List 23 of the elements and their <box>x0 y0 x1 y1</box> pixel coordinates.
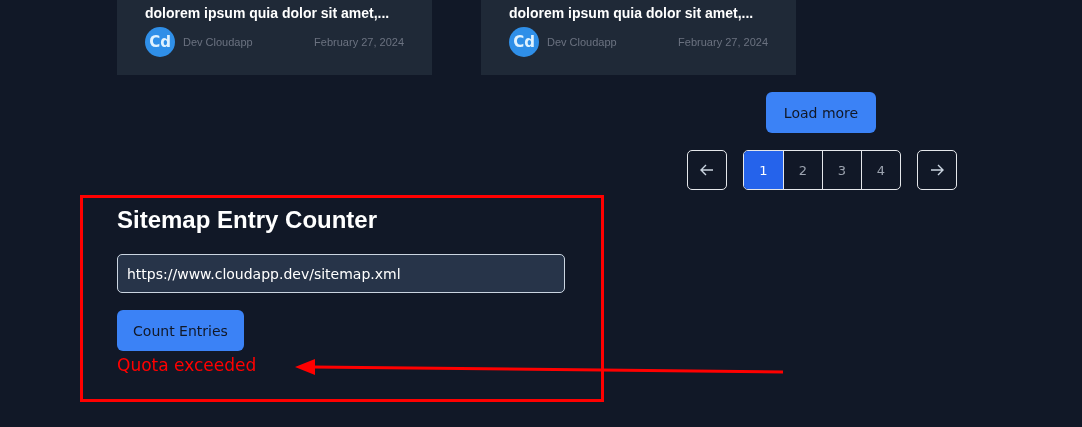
section-title: Sitemap Entry Counter <box>117 206 378 234</box>
arrow-left-icon <box>700 164 714 176</box>
author-avatar: Cd <box>145 27 175 57</box>
load-more-button[interactable]: Load more <box>766 92 876 133</box>
arrow-right-icon <box>930 164 944 176</box>
error-message: Quota exceeded <box>117 355 257 375</box>
url-input-field[interactable]: https://www.cloudapp.dev/sitemap.xml <box>117 254 565 293</box>
author-name: Dev Cloudapp <box>547 36 617 48</box>
post-date: February 27, 2024 <box>678 36 768 48</box>
count-entries-button[interactable]: Count Entries <box>117 310 244 351</box>
post-title: dolorem ipsum quia dolor sit amet,... <box>145 5 391 21</box>
page-button[interactable]: 1 <box>744 151 783 189</box>
page-button[interactable]: 2 <box>783 151 822 189</box>
post-title: dolorem ipsum quia dolor sit amet,... <box>509 5 755 21</box>
post-card[interactable]: dolorem ipsum quia dolor sit amet,... Cd Dev Cloudapp February 27, 2024 <box>481 0 796 75</box>
post-card[interactable]: dolorem ipsum quia dolor sit amet,... Cd Dev Cloudapp February 27, 2024 <box>117 0 432 75</box>
next-page-button[interactable] <box>917 150 957 190</box>
page-button[interactable]: 3 <box>822 151 861 189</box>
post-date: February 27, 2024 <box>314 36 404 48</box>
author-name: Dev Cloudapp <box>183 36 253 48</box>
author-avatar: Cd <box>509 27 539 57</box>
page-button[interactable]: 4 <box>861 151 900 189</box>
previous-page-button[interactable] <box>687 150 727 190</box>
